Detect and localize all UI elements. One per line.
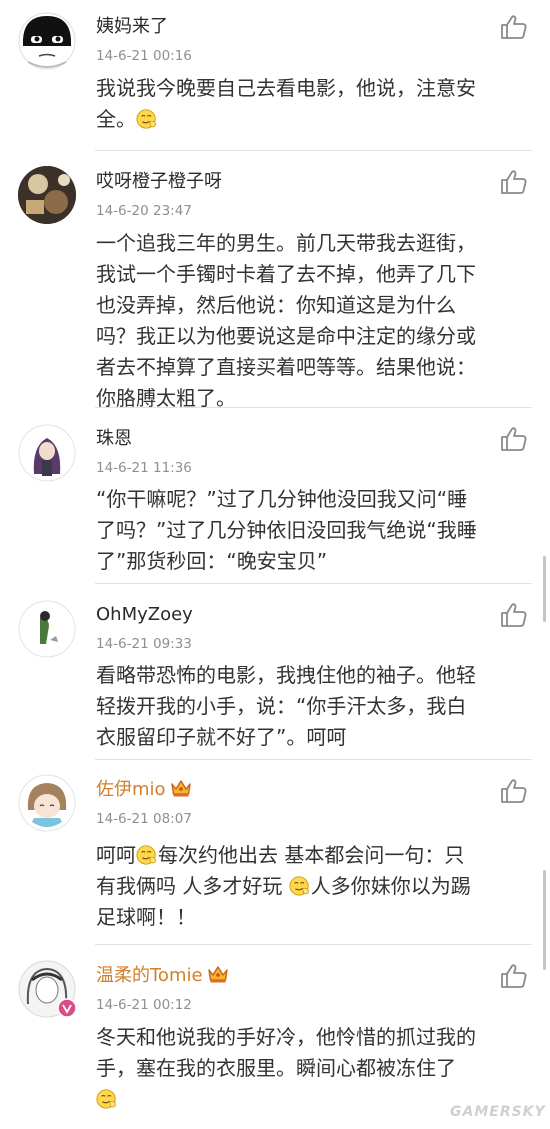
- thumbs-up-icon[interactable]: [500, 14, 528, 40]
- thumbs-up-icon[interactable]: [500, 426, 528, 452]
- avatar[interactable]: [18, 600, 76, 658]
- comment-text: 我说我今晚要自己去看电影，他说，注意安 全。: [96, 76, 476, 131]
- username[interactable]: 佐伊mio: [96, 778, 192, 802]
- divider: [95, 759, 532, 760]
- divider: [95, 944, 532, 945]
- avatar-cartoon-icon: [18, 12, 76, 70]
- laugh-emoji-icon: [289, 875, 311, 897]
- username[interactable]: 哎呀橙子橙子呀: [96, 170, 222, 194]
- username[interactable]: OhMyZoey: [96, 603, 193, 627]
- crown-icon: [170, 778, 192, 798]
- thumbs-up-icon[interactable]: [500, 778, 528, 804]
- comment-text: 呵呵 每次约他出去 基本都会问一句：只 有我俩吗 人多才好玩 人多你妹你以为踢 足…: [96, 843, 471, 929]
- timestamp: 14-6-20 23:47: [96, 203, 192, 219]
- watermark: GAMERSKY: [450, 1104, 546, 1120]
- smirk-emoji-icon: [136, 108, 158, 130]
- avatar[interactable]: [18, 166, 76, 224]
- comment-text: 冬天和他说我的手好冷，他怜惜的抓过我的 手，塞在我的衣服里。瞬间心都被冻住了: [96, 1022, 536, 1115]
- timestamp: 14-6-21 00:16: [96, 48, 192, 64]
- avatar[interactable]: [18, 424, 76, 482]
- avatar[interactable]: [18, 774, 76, 832]
- smirk-emoji-icon: [96, 1088, 118, 1110]
- comment-text: “你干嘛呢？”过了几分钟他没回我又问“睡 了吗？”过了几分钟依旧没回我气绝说“我…: [96, 487, 477, 573]
- thumbs-up-icon[interactable]: [500, 169, 528, 195]
- scrollbar[interactable]: [543, 870, 546, 970]
- verified-badge-icon: [57, 998, 77, 1018]
- avatar-anime-icon: [18, 774, 76, 832]
- thumbs-up-icon[interactable]: [500, 963, 528, 989]
- timestamp: 14-6-21 08:07: [96, 811, 192, 827]
- divider: [95, 583, 532, 584]
- thumbs-up-icon[interactable]: [500, 602, 528, 628]
- smirk-emoji-icon: [136, 844, 158, 866]
- username[interactable]: 珠恩: [96, 427, 132, 451]
- comment-text: 看略带恐怖的电影，我拽住他的袖子。他轻 轻拨开我的小手，说：“你手汗太多，我白 …: [96, 663, 476, 749]
- avatar-girl-icon: [18, 424, 76, 482]
- timestamp: 14-6-21 09:33: [96, 636, 192, 652]
- avatar-photo-icon: [18, 166, 76, 224]
- divider: [95, 407, 532, 408]
- avatar-drawing-icon: [18, 600, 76, 658]
- divider: [95, 150, 532, 151]
- avatar[interactable]: [18, 12, 76, 70]
- comment-text: 一个追我三年的男生。前几天带我去逛街， 我试一个手镯时卡着了去不掉，他弄了几下 …: [96, 231, 476, 410]
- timestamp: 14-6-21 11:36: [96, 460, 192, 476]
- timestamp: 14-6-21 00:12: [96, 997, 192, 1013]
- username[interactable]: 温柔的Tomie: [96, 964, 229, 988]
- crown-icon: [207, 964, 229, 984]
- scrollbar[interactable]: [543, 556, 546, 622]
- username[interactable]: 姨妈来了: [96, 15, 168, 39]
